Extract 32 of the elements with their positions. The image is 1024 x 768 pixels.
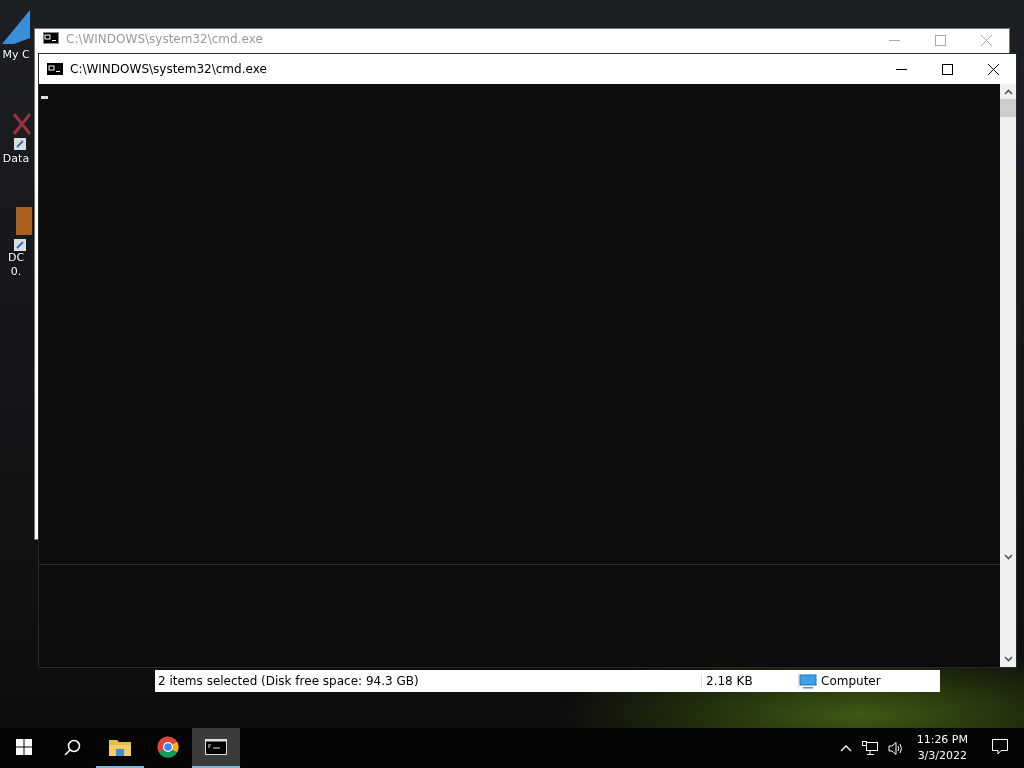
scroll-up-icon[interactable] xyxy=(1003,89,1013,95)
window-title: C:\WINDOWS\system32\cmd.exe xyxy=(66,32,263,46)
desktop-icon-label[interactable]: Data xyxy=(2,152,30,166)
status-text: 2 items selected (Disk free space: 94.3 GB) xyxy=(157,674,420,688)
scroll-down-icon[interactable] xyxy=(1003,554,1013,560)
status-size: 2.18 KB xyxy=(701,674,794,688)
speech-bubble-icon xyxy=(992,739,1008,755)
desktop-icon-label[interactable]: DC xyxy=(7,251,25,265)
folder-icon xyxy=(109,738,131,756)
volume-icon[interactable] xyxy=(887,740,904,756)
window-title: C:\WINDOWS\system32\cmd.exe xyxy=(70,62,267,76)
console-icon xyxy=(205,739,227,755)
status-location: Computer xyxy=(821,674,881,688)
network-icon[interactable] xyxy=(861,740,878,756)
desktop-icon-label[interactable]: 0. xyxy=(10,265,22,279)
scrollbar-thumb[interactable] xyxy=(1000,99,1016,117)
console-icon xyxy=(47,63,63,75)
maximize-icon xyxy=(934,34,946,46)
desktop-icon-label[interactable]: My C xyxy=(2,48,30,62)
caret-up-icon[interactable] xyxy=(839,744,852,752)
search-icon xyxy=(63,738,81,756)
text-cursor xyxy=(41,96,48,99)
maximize-icon xyxy=(941,63,953,75)
computer-icon xyxy=(798,673,817,689)
console-icon xyxy=(43,32,59,44)
scroll-down-icon[interactable] xyxy=(1003,656,1013,662)
taskbar-app-button[interactable] xyxy=(192,728,240,768)
close-icon xyxy=(980,34,992,46)
close-icon xyxy=(987,63,999,75)
windows-logo-icon xyxy=(16,739,32,755)
clock-button[interactable]: 11:26 PM 3/3/2022 xyxy=(908,728,976,768)
browser-icon xyxy=(157,736,179,758)
